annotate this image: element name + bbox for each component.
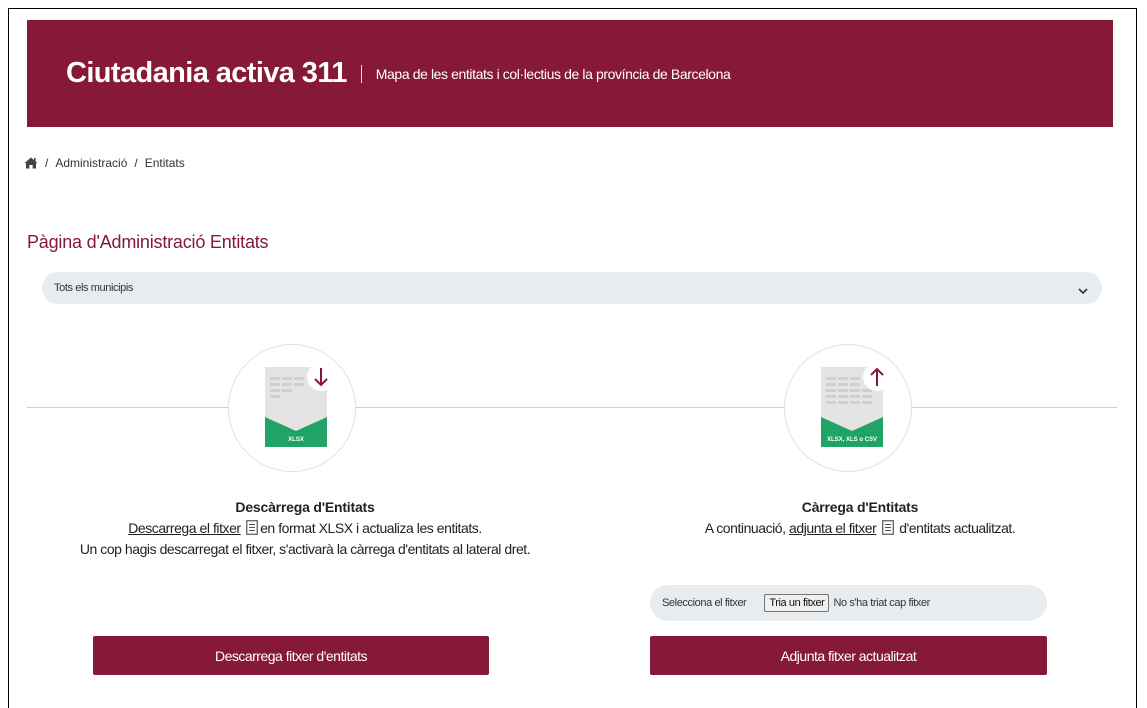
breadcrumb-item-entitats: Entitats bbox=[144, 156, 185, 170]
upload-description: A continuació, adjunta el fitxer d'entit… bbox=[582, 518, 1138, 539]
download-format-text: en format XLSX i actualiza les entitats. bbox=[260, 520, 482, 536]
municipality-select[interactable]: Tots els municipis bbox=[42, 272, 1102, 304]
header-separator bbox=[360, 64, 362, 83]
file-input-group: Selecciona el fitxer Tria un fitxer No s… bbox=[650, 585, 1047, 621]
xlsx-badge-text: XLSX bbox=[288, 437, 304, 443]
document-icon bbox=[246, 520, 258, 535]
upload-heading: Càrrega d'Entitats bbox=[801, 499, 919, 515]
document-icon bbox=[881, 520, 894, 535]
site-subtitle: Mapa de les entitats i col·lectius de la… bbox=[375, 65, 731, 82]
municipality-select-value: Tots els municipis bbox=[54, 282, 133, 294]
download-entities-button[interactable]: Descarrega fitxer d'entitats bbox=[93, 636, 489, 675]
breadcrumb-separator: / bbox=[134, 156, 138, 170]
download-file-link[interactable]: Descarrega el fitxer bbox=[128, 520, 241, 536]
upload-section: Càrrega d'Entitats A continuació, adjunt… bbox=[582, 499, 1138, 539]
download-section: Descàrrega d'Entitats Descarrega el fitx… bbox=[27, 499, 583, 560]
breadcrumb-separator: / bbox=[45, 156, 49, 170]
chevron-down-icon bbox=[1078, 285, 1088, 295]
breadcrumb: / Administració / Entitats bbox=[24, 156, 185, 170]
attach-updated-file-button[interactable]: Adjunta fitxer actualitzat bbox=[650, 636, 1047, 675]
upload-suffix-text: d'entitats actualitzat. bbox=[899, 520, 1016, 536]
upload-intro-text: A continuació, bbox=[704, 520, 786, 536]
download-description: Descarrega el fitxer en format XLSX i ac… bbox=[27, 518, 583, 560]
upload-badge-text: XLSX, XLS o CSV bbox=[827, 437, 877, 443]
file-status-text: No s'ha triat cap fitxer bbox=[833, 597, 930, 609]
header-banner: Ciutadania activa 311 Mapa de les entita… bbox=[27, 20, 1113, 127]
upload-illustration: XLSX, XLS o CSV bbox=[784, 344, 912, 472]
choose-file-button[interactable]: Tria un fitxer bbox=[764, 594, 830, 612]
download-note: Un cop hagis descarregat el fitxer, s'ac… bbox=[79, 541, 531, 557]
download-illustration: XLSX bbox=[228, 344, 356, 472]
site-title[interactable]: Ciutadania activa 311 bbox=[66, 57, 347, 90]
upload-file-link[interactable]: adjunta el fitxer bbox=[789, 520, 877, 536]
download-heading: Descàrrega d'Entitats bbox=[235, 499, 375, 515]
section-divider bbox=[27, 407, 1117, 408]
page-title: Pàgina d'Administració Entitats bbox=[27, 232, 269, 252]
file-input-label: Selecciona el fitxer bbox=[662, 597, 747, 609]
breadcrumb-item-administracio[interactable]: Administració bbox=[55, 156, 127, 170]
home-icon[interactable] bbox=[24, 157, 38, 169]
